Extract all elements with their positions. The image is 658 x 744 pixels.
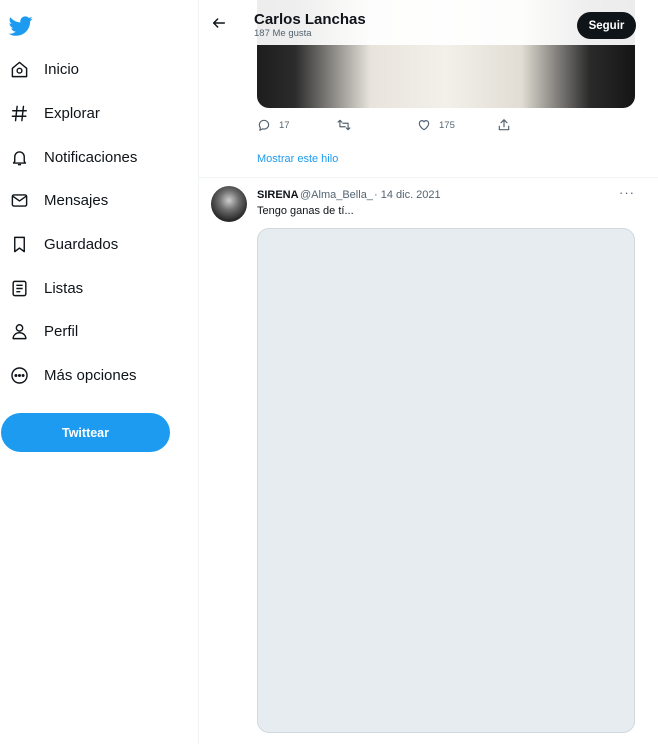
follow-button[interactable]: Seguir bbox=[577, 12, 636, 39]
like-button[interactable]: 175 bbox=[417, 116, 497, 134]
bookmark-icon bbox=[9, 235, 29, 255]
nav-item-mas-opciones[interactable]: Más opciones bbox=[0, 354, 198, 398]
tweet-author-name[interactable]: SIRENA bbox=[257, 189, 299, 201]
twitter-app: Inicio Explorar Notificaciones Mensajes bbox=[0, 0, 658, 744]
nav-item-inicio[interactable]: Inicio bbox=[0, 48, 198, 92]
reply-button[interactable]: 17 bbox=[257, 116, 337, 134]
tweet-actions: 17 175 bbox=[257, 116, 577, 134]
share-icon bbox=[498, 119, 510, 131]
tweet-author-handle[interactable]: @Alma_Bella_ bbox=[300, 189, 373, 201]
nav-label: Mensajes bbox=[44, 192, 109, 210]
nav-item-listas[interactable]: Listas bbox=[0, 266, 198, 310]
tweet-media[interactable] bbox=[257, 228, 635, 733]
tweet-text: Tengo ganas de tí... bbox=[257, 205, 354, 217]
list-icon bbox=[9, 278, 29, 298]
show-thread-link[interactable]: Mostrar este hilo bbox=[257, 153, 338, 165]
person-icon bbox=[9, 322, 29, 342]
twitter-bird-icon[interactable] bbox=[8, 14, 33, 38]
nav-label: Perfil bbox=[44, 323, 79, 341]
timeline: 17 175 Mostrar este hilo SIRENA @Alma_Be… bbox=[198, 0, 658, 744]
nav-label: Guardados bbox=[44, 236, 119, 254]
sidebar: Inicio Explorar Notificaciones Mensajes bbox=[0, 0, 198, 744]
more-options-icon[interactable]: ··· bbox=[619, 185, 635, 200]
envelope-icon bbox=[9, 191, 29, 211]
share-button[interactable] bbox=[497, 116, 577, 134]
nav-label: Explorar bbox=[44, 105, 100, 123]
profile-header: Carlos Lanchas 187 Me gusta Seguir bbox=[199, 0, 658, 45]
nav-label: Listas bbox=[44, 279, 84, 297]
tweet-divider bbox=[199, 177, 658, 178]
bell-icon bbox=[9, 147, 29, 167]
nav-item-explorar[interactable]: Explorar bbox=[0, 92, 198, 136]
hashtag-icon bbox=[9, 104, 29, 124]
nav-item-notificaciones[interactable]: Notificaciones bbox=[0, 135, 198, 179]
nav-label: Notificaciones bbox=[44, 148, 138, 166]
nav-label: Inicio bbox=[44, 61, 80, 79]
nav-item-mensajes[interactable]: Mensajes bbox=[0, 179, 198, 223]
nav-label: Más opciones bbox=[44, 367, 137, 385]
like-count: 175 bbox=[439, 119, 455, 131]
profile-name: Carlos Lanchas bbox=[254, 11, 366, 28]
tweet-date[interactable]: · 14 dic. 2021 bbox=[374, 189, 441, 201]
avatar[interactable] bbox=[211, 186, 247, 222]
main-nav: Inicio Explorar Notificaciones Mensajes bbox=[0, 48, 198, 398]
heart-icon bbox=[418, 120, 430, 131]
home-icon bbox=[9, 60, 29, 80]
retweet-button[interactable] bbox=[337, 116, 417, 134]
retweet-icon bbox=[337, 119, 351, 131]
nav-item-perfil[interactable]: Perfil bbox=[0, 310, 198, 354]
more-circle-icon bbox=[9, 366, 29, 386]
tweet-button[interactable]: Twittear bbox=[1, 413, 170, 452]
back-arrow-icon[interactable] bbox=[211, 15, 227, 31]
nav-item-guardados[interactable]: Guardados bbox=[0, 223, 198, 267]
likes-count: 187 Me gusta bbox=[254, 28, 312, 39]
reply-icon bbox=[258, 119, 270, 131]
reply-count: 17 bbox=[279, 119, 290, 131]
